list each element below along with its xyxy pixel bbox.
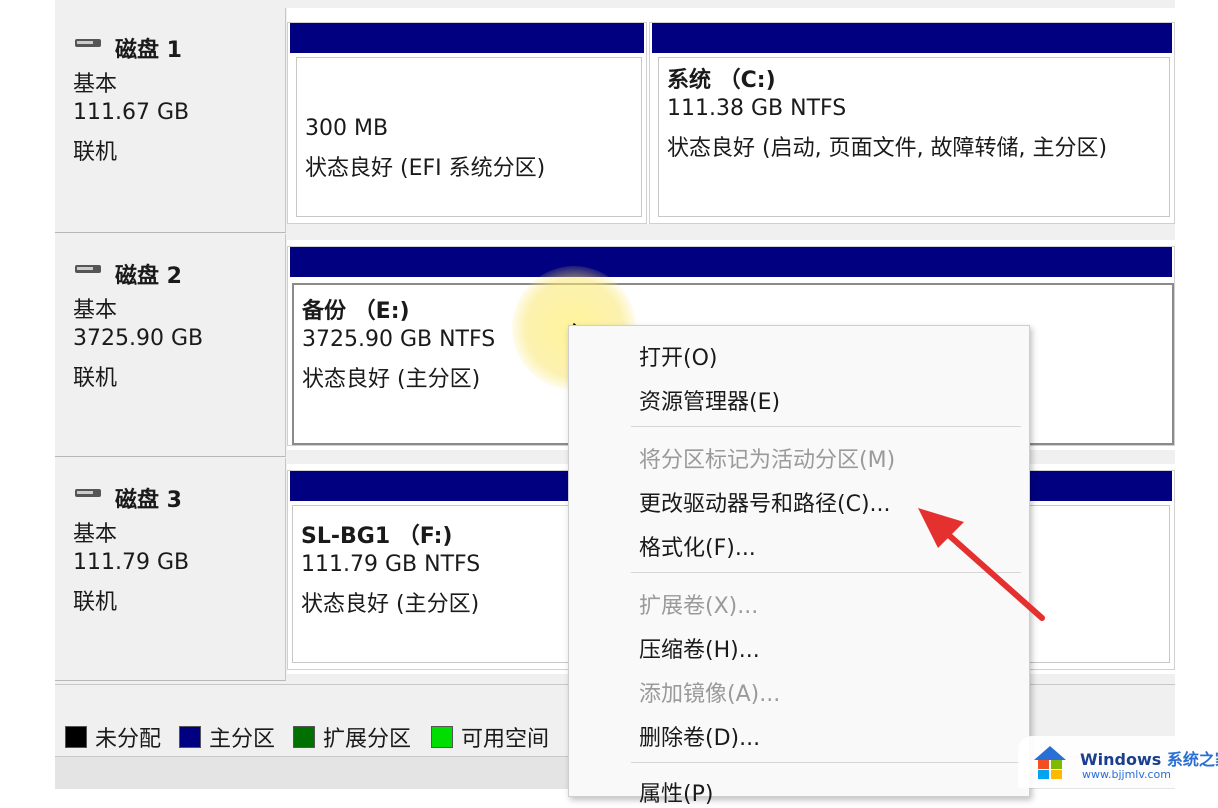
disk-name: 磁盘 2 xyxy=(115,264,182,289)
disk-status: 联机 xyxy=(73,590,118,615)
disk-3-label[interactable]: 磁盘 3 基本 111.79 GB 联机 xyxy=(55,458,286,681)
volume-name: SL-BG1 （F:) xyxy=(301,524,453,549)
disk-3-name-row: 磁盘 3 xyxy=(75,482,182,514)
menu-item-mark-active[interactable]: 将分区标记为活动分区(M) xyxy=(639,442,895,474)
primary-partition-bar xyxy=(290,247,1172,277)
menu-item-delete-volume[interactable]: 删除卷(D)... xyxy=(639,720,760,752)
legend-swatch xyxy=(293,726,315,748)
watermark-brand-suffix: 系统之家 xyxy=(1166,750,1218,769)
legend-item: 未分配 xyxy=(65,721,161,753)
legend-label: 扩展分区 xyxy=(323,727,412,752)
volume-name: 系统 （C:) xyxy=(667,68,776,93)
menu-item-properties[interactable]: 属性(P) xyxy=(639,776,713,808)
volume-size: 3725.90 GB NTFS xyxy=(302,327,496,352)
disk-type: 基本 xyxy=(73,298,118,323)
volume-size: 300 MB xyxy=(305,116,389,141)
disk-status: 联机 xyxy=(73,140,118,165)
watermark-brand-name: Windows xyxy=(1080,750,1162,769)
legend-item: 主分区 xyxy=(179,721,275,753)
hard-disk-icon xyxy=(75,39,101,47)
primary-partition-bar xyxy=(652,23,1172,53)
disk-size: 111.79 GB xyxy=(73,550,190,575)
disk-2-name-row: 磁盘 2 xyxy=(75,258,182,290)
volume-size: 111.79 GB NTFS xyxy=(301,552,481,577)
volume-status: 状态良好 (主分区) xyxy=(302,367,481,392)
volume-name: 备份 （E:) xyxy=(302,299,410,324)
legend-item: 扩展分区 xyxy=(293,721,411,753)
legend-item: 可用空间 xyxy=(431,721,549,753)
volume-status: 状态良好 (启动, 页面文件, 故障转储, 主分区) xyxy=(667,136,1108,161)
hard-disk-icon xyxy=(75,265,101,273)
menu-item-open[interactable]: 打开(O) xyxy=(639,340,717,372)
menu-item-extend-volume[interactable]: 扩展卷(X)... xyxy=(639,588,758,620)
volume-size: 111.38 GB NTFS xyxy=(667,96,847,121)
menu-item-explorer[interactable]: 资源管理器(E) xyxy=(639,384,780,416)
volume-body: 系统 （C:) 111.38 GB NTFS 状态良好 (启动, 页面文件, 故… xyxy=(658,57,1170,217)
volume-status: 状态良好 (EFI 系统分区) xyxy=(305,156,546,181)
legend-label: 可用空间 xyxy=(461,727,550,752)
legend-label: 未分配 xyxy=(95,727,162,752)
disk-size: 3725.90 GB xyxy=(73,326,204,351)
disk-type: 基本 xyxy=(73,522,118,547)
windows-logo-icon xyxy=(1034,746,1066,779)
disk-name: 磁盘 3 xyxy=(115,488,182,513)
disk-1-volumes: 300 MB 状态良好 (EFI 系统分区) 系统 （C:) 111.38 GB… xyxy=(287,8,1175,224)
primary-partition-bar xyxy=(290,23,644,53)
menu-item-change-drive-letter[interactable]: 更改驱动器号和路径(C)... xyxy=(639,486,891,518)
annotation-arrow-icon xyxy=(918,508,1045,621)
watermark-url: www.bjjmlv.com xyxy=(1082,768,1171,781)
disk-2-label[interactable]: 磁盘 2 基本 3725.90 GB 联机 xyxy=(55,234,286,457)
legend-swatch xyxy=(179,726,201,748)
disk-size: 111.67 GB xyxy=(73,100,190,125)
watermark-brand: Windows 系统之家 xyxy=(1080,746,1218,770)
disk-name: 磁盘 1 xyxy=(115,38,182,63)
legend-label: 主分区 xyxy=(209,727,276,752)
menu-item-shrink-volume[interactable]: 压缩卷(H)... xyxy=(639,632,760,664)
disk-status: 联机 xyxy=(73,366,118,391)
disk-1-name-row: 磁盘 1 xyxy=(75,32,182,64)
hard-disk-icon xyxy=(75,489,101,497)
volume-efi[interactable]: 300 MB 状态良好 (EFI 系统分区) xyxy=(287,22,647,224)
site-watermark: Windows 系统之家 www.bjjmlv.com xyxy=(1018,736,1218,788)
menu-separator xyxy=(631,762,1021,763)
volume-status: 状态良好 (主分区) xyxy=(301,592,480,617)
menu-item-add-mirror[interactable]: 添加镜像(A)... xyxy=(639,676,780,708)
legend-swatch xyxy=(431,726,453,748)
volume-c[interactable]: 系统 （C:) 111.38 GB NTFS 状态良好 (启动, 页面文件, 故… xyxy=(649,22,1175,224)
menu-item-format[interactable]: 格式化(F)... xyxy=(639,530,756,562)
disk-1-label[interactable]: 磁盘 1 基本 111.67 GB 联机 xyxy=(55,8,286,233)
disk-type: 基本 xyxy=(73,72,118,97)
legend-swatch xyxy=(65,726,87,748)
volume-body: 300 MB 状态良好 (EFI 系统分区) xyxy=(296,57,642,217)
menu-separator xyxy=(631,426,1021,427)
